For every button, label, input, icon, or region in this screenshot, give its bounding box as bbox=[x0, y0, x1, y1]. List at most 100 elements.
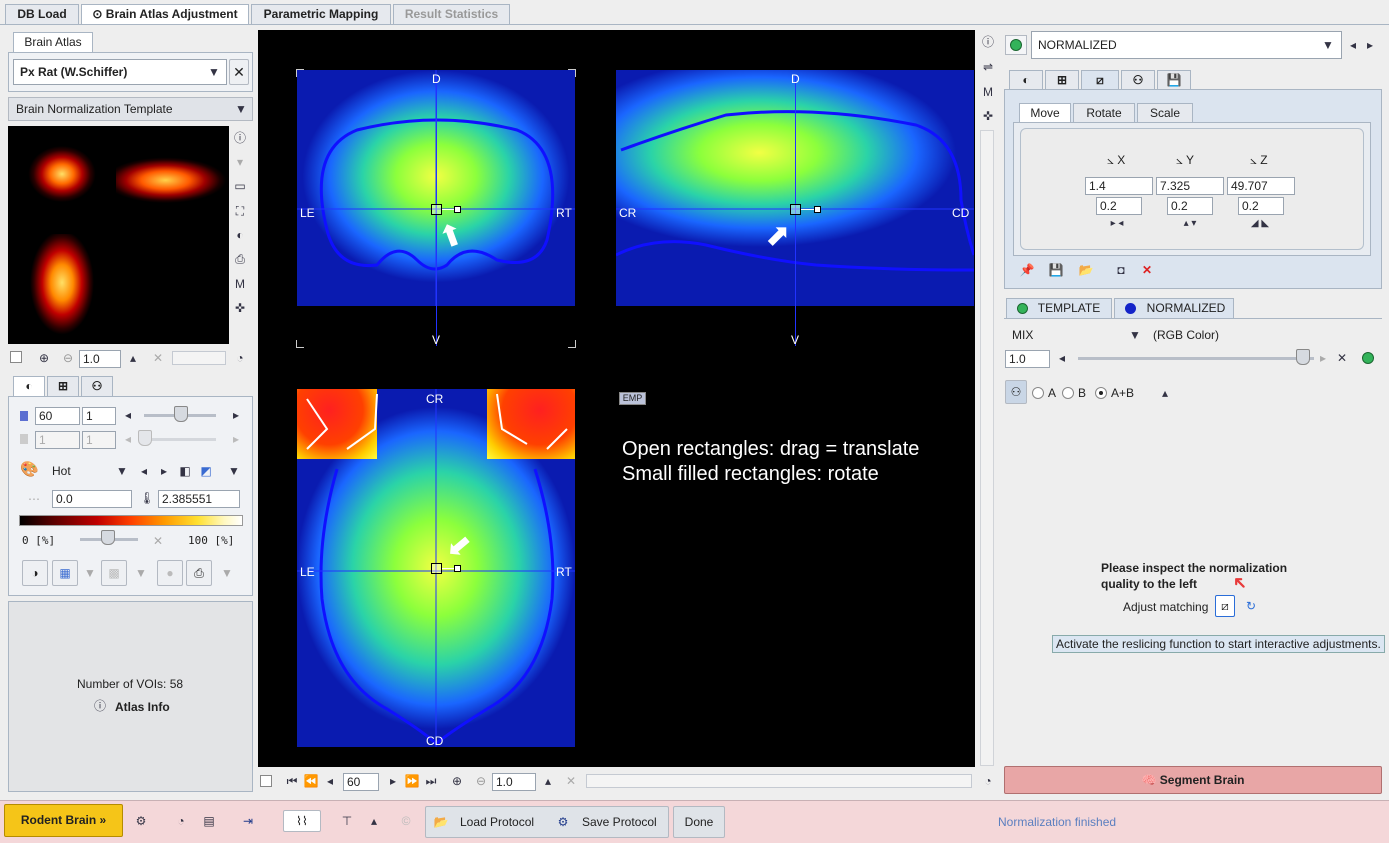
radio-b[interactable] bbox=[1062, 387, 1074, 399]
cycle-icon[interactable]: ◔ bbox=[980, 773, 996, 789]
calculator-icon[interactable]: ▤ bbox=[201, 813, 217, 829]
close-icon[interactable]: ✕ bbox=[1334, 350, 1350, 366]
info-icon[interactable]: ⓘ bbox=[980, 34, 996, 50]
report-icon[interactable]: ⌇⌇ bbox=[283, 810, 321, 832]
viewer-zoom-field[interactable]: 1.0 bbox=[492, 773, 536, 791]
tab-parametric-mapping[interactable]: Parametric Mapping bbox=[251, 4, 391, 24]
step-y-field[interactable]: 0.2 bbox=[1167, 197, 1213, 215]
gear-save-icon[interactable]: ⚙ bbox=[555, 814, 571, 830]
triangle-up-icon[interactable]: ▴ bbox=[1157, 385, 1173, 401]
grid-icon[interactable]: ⋯ bbox=[26, 491, 42, 507]
info-icon[interactable]: ⓘ bbox=[232, 130, 248, 146]
tab-contrast[interactable]: ◐ bbox=[1009, 70, 1043, 90]
translate-handle[interactable] bbox=[790, 204, 801, 215]
tab-brain-atlas[interactable]: Brain Atlas bbox=[13, 32, 93, 52]
invert-icon[interactable]: ◧ bbox=[177, 463, 193, 479]
move-x-field[interactable]: 1.4 bbox=[1085, 177, 1153, 195]
done-button[interactable]: Done bbox=[673, 806, 725, 838]
triangle-right-icon[interactable]: ▸ bbox=[228, 407, 244, 423]
print-icon[interactable]: ⎙ bbox=[232, 251, 248, 267]
chevron-down-icon[interactable]: ▼ bbox=[206, 64, 222, 80]
refresh-icon[interactable]: ↻ bbox=[1243, 598, 1259, 614]
mix-slider-handle[interactable] bbox=[1296, 349, 1310, 365]
y-step-arrows-icon[interactable]: ▴ ▾ bbox=[1174, 216, 1206, 232]
crosshair-icon[interactable]: ✜ bbox=[232, 300, 248, 316]
square-icon[interactable]: ▭ bbox=[232, 178, 248, 194]
palette-icon[interactable]: 🎨 bbox=[20, 462, 39, 478]
zoom-out-icon[interactable]: ⊖ bbox=[60, 350, 76, 366]
fusion-toggle-icon[interactable]: ⚇ bbox=[1005, 380, 1027, 404]
triangle-left-icon[interactable]: ◂ bbox=[120, 407, 136, 423]
lut-slider-track-disabled[interactable] bbox=[144, 438, 216, 441]
coronal-thumbnail[interactable] bbox=[20, 142, 104, 222]
tab-db-load[interactable]: DB Load bbox=[5, 4, 79, 24]
radio-a[interactable] bbox=[1032, 387, 1044, 399]
tab-save[interactable]: 💾 bbox=[1157, 70, 1191, 90]
folder-open-icon[interactable]: 📂 bbox=[433, 814, 449, 830]
folder-open-icon[interactable]: 📂 bbox=[1078, 262, 1094, 278]
close-icon[interactable]: ✕ bbox=[563, 773, 579, 789]
zoom-in-icon[interactable]: ⊕ bbox=[36, 350, 52, 366]
radio-ab[interactable] bbox=[1095, 387, 1107, 399]
atlas-info-button[interactable]: Atlas Info bbox=[115, 700, 170, 714]
triangle-right-icon[interactable]: ▸ bbox=[228, 431, 244, 447]
viewer-horizontal-scrollbar[interactable] bbox=[586, 774, 972, 788]
hierarchy-icon[interactable]: ⊤ bbox=[339, 813, 355, 829]
save-protocol-button[interactable]: Save Protocol bbox=[582, 815, 657, 829]
series-status-button[interactable] bbox=[1005, 35, 1027, 55]
cycle-icon[interactable]: ◔ bbox=[232, 350, 248, 366]
close-icon[interactable]: ✕ bbox=[150, 350, 166, 366]
chevron-down-icon[interactable]: ▼ bbox=[1127, 327, 1143, 343]
triangle-up-icon[interactable]: ▴ bbox=[366, 813, 382, 829]
fill-icon[interactable]: ◑ bbox=[22, 560, 48, 586]
tab-result-statistics[interactable]: Result Statistics bbox=[393, 4, 510, 24]
atlas-select[interactable]: Px Rat (W.Schiffer) bbox=[13, 59, 227, 85]
tab-fusion[interactable]: ⚇ bbox=[1121, 70, 1155, 90]
circle-icon[interactable]: ● bbox=[157, 560, 183, 586]
step-z-field[interactable]: 0.2 bbox=[1238, 197, 1284, 215]
rotate-handle[interactable] bbox=[814, 206, 821, 213]
chevron-down-icon[interactable]: ▼ bbox=[114, 463, 130, 479]
viewer-scrollbar[interactable] bbox=[980, 130, 994, 766]
lut-min-b[interactable]: 1 bbox=[82, 407, 116, 425]
tab-grid[interactable]: ⊞ bbox=[1045, 70, 1079, 90]
lut-max-a[interactable]: 1 bbox=[35, 431, 80, 449]
template-header[interactable]: Brain Normalization Template ▼ bbox=[8, 97, 253, 121]
mix-value-field[interactable]: 1.0 bbox=[1005, 350, 1050, 368]
grid-disabled-icon[interactable]: ▩ bbox=[101, 560, 127, 586]
rotate-handle[interactable] bbox=[454, 565, 461, 572]
lut-max-b[interactable]: 1 bbox=[82, 431, 116, 449]
lut-upper-field[interactable]: 2.385551 bbox=[158, 490, 240, 508]
close-atlas-button[interactable]: ✕ bbox=[229, 59, 249, 85]
frame-field[interactable]: 60 bbox=[343, 773, 379, 791]
triangle-up-icon[interactable]: ▴ bbox=[125, 350, 141, 366]
layout-icon[interactable]: ▦ bbox=[52, 560, 78, 586]
triangle-left-icon[interactable]: ◂ bbox=[1345, 37, 1361, 53]
tab-reslice[interactable]: ⧄ bbox=[1081, 70, 1119, 90]
first-frame-icon[interactable]: ⏮ bbox=[284, 773, 300, 789]
tab-rotate[interactable]: Rotate bbox=[1073, 103, 1135, 123]
step-forward-icon[interactable]: ▸ bbox=[385, 773, 401, 789]
sync-icon[interactable]: ⇌ bbox=[980, 59, 996, 75]
rotate-handle[interactable] bbox=[454, 206, 461, 213]
rodent-brain-button[interactable]: Rodent Brain » bbox=[4, 804, 123, 837]
step-back-icon[interactable]: ◂ bbox=[322, 773, 338, 789]
tab-scale[interactable]: Scale bbox=[1137, 103, 1193, 123]
tab-color[interactable]: ◐ bbox=[13, 376, 45, 396]
transparency-icon[interactable]: ◩ bbox=[198, 463, 214, 479]
fit-icon[interactable]: ⛶ bbox=[232, 203, 248, 219]
next-frame-icon[interactable]: ⏩ bbox=[404, 773, 420, 789]
lut-slider-handle-disabled[interactable] bbox=[138, 430, 152, 446]
sagittal-thumbnail[interactable] bbox=[116, 146, 226, 222]
reset-icon[interactable]: ◘ bbox=[1113, 262, 1129, 278]
marker-icon[interactable]: M bbox=[980, 84, 996, 100]
contrast-icon[interactable]: ◐ bbox=[232, 227, 248, 243]
z-step-arrows-icon[interactable]: ◢ ◣ bbox=[1244, 216, 1276, 232]
pin-icon[interactable]: 📌 bbox=[1019, 262, 1035, 278]
range-slider-handle[interactable] bbox=[101, 530, 115, 545]
tab-move[interactable]: Move bbox=[1019, 103, 1071, 123]
exit-icon[interactable]: ⇥ bbox=[235, 813, 261, 829]
triangle-right-icon[interactable]: ▸ bbox=[1362, 37, 1378, 53]
move-y-field[interactable]: 7.325 bbox=[1156, 177, 1224, 195]
lut-min-a[interactable]: 60 bbox=[35, 407, 80, 425]
